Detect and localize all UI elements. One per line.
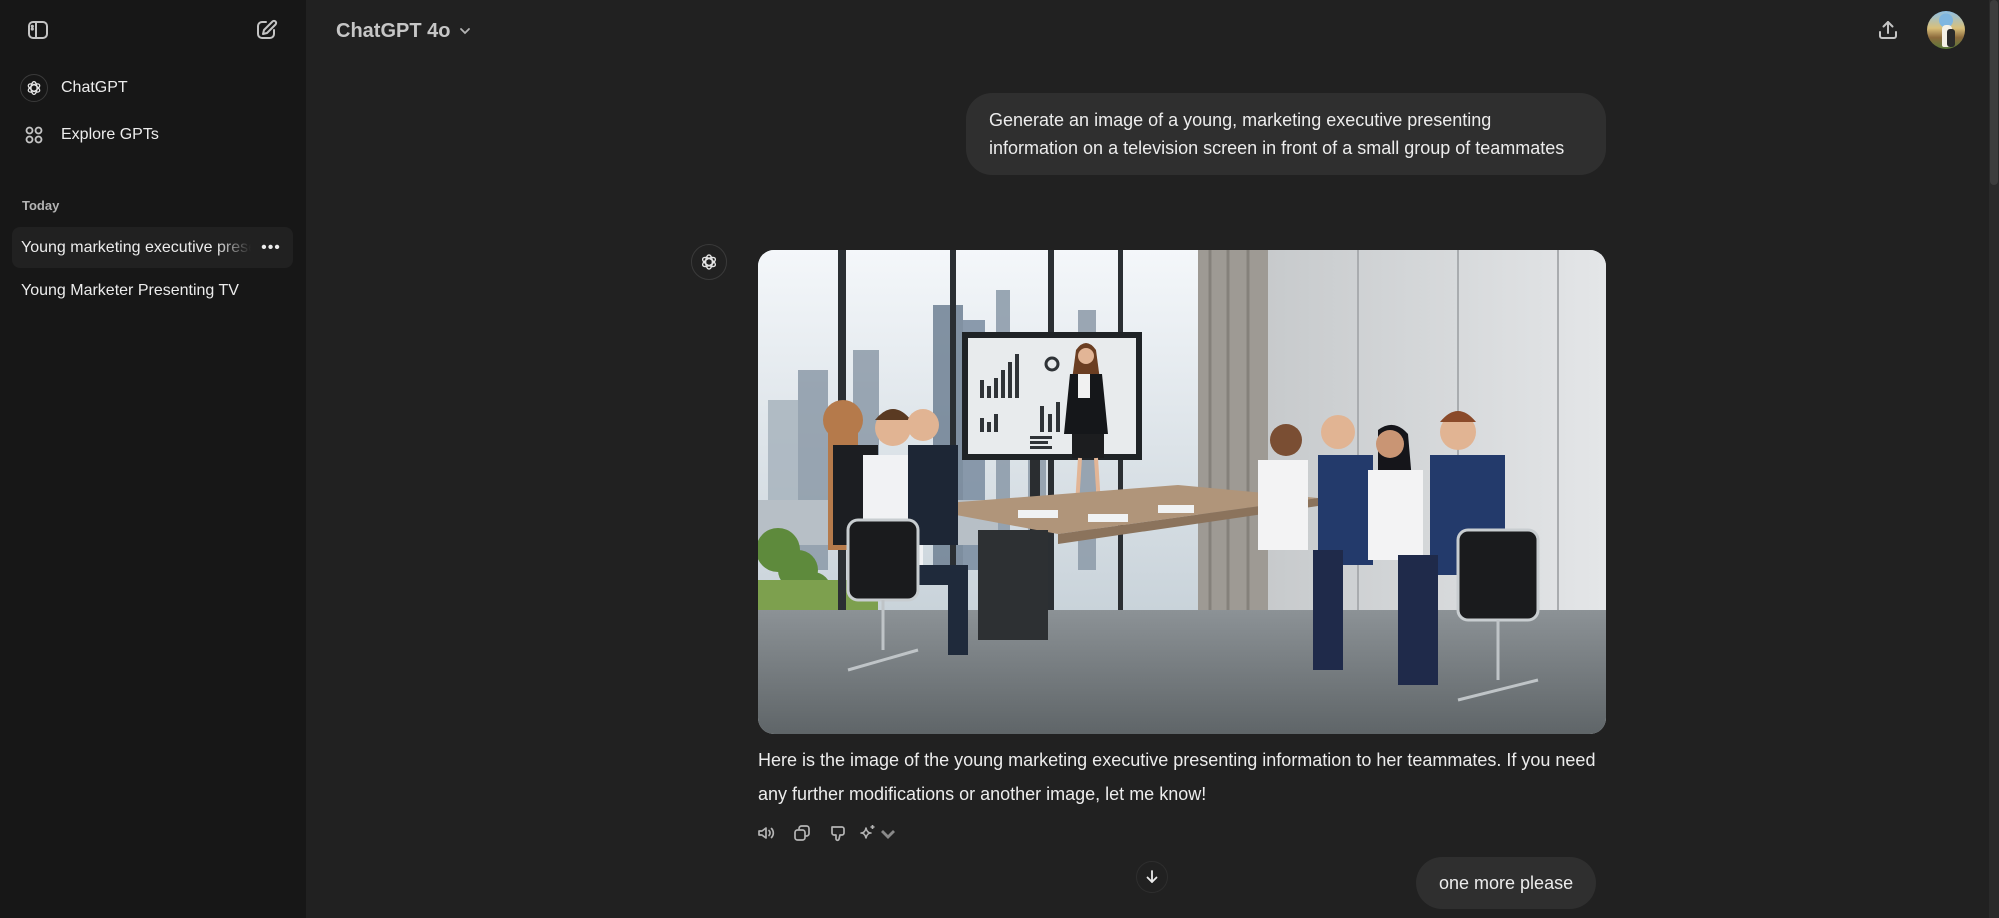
model-label: ChatGPT 4o [336,19,451,42]
chat-history-item-active[interactable]: Young marketing executive presenting ••• [12,227,293,268]
assistant-message-actions [748,815,900,851]
grid-four-circles-icon [20,121,48,149]
sidebar-item-label: ChatGPT [61,79,128,96]
sidebar-item-label: Explore GPTs [61,126,159,143]
share-upload-icon [1879,21,1897,39]
openai-logo-icon [701,254,717,270]
history-section-today: Today [22,198,60,213]
speaker-icon [758,827,775,839]
scroll-to-bottom-button[interactable] [1136,861,1168,893]
openai-logo-icon [20,74,48,102]
chat-title: Young Marketer Presenting TV [21,281,239,299]
scrollbar-thumb[interactable] [1990,0,1998,185]
read-aloud-button[interactable] [748,815,784,851]
sidebar: ChatGPT Explore GPTs Today Young marketi… [0,0,306,918]
regenerate-button[interactable] [856,815,900,851]
assistant-message: Here is the image of the young marketing… [758,750,1596,804]
user-message: Generate an image of a young, marketing … [966,93,1606,175]
chevron-down-icon [460,28,471,35]
chevron-down-icon [881,830,895,839]
sidebar-toggle-icon [28,21,48,39]
chat-title: Young marketing executive presenting [21,238,251,256]
chat-history-item[interactable]: Young Marketer Presenting TV [12,270,293,311]
model-selector[interactable]: ChatGPT 4o [326,14,482,48]
sidebar-item-explore-gpts[interactable]: Explore GPTs [12,115,294,155]
thumbs-down-icon [831,826,845,842]
new-chat-pencil-icon [257,19,278,39]
sidebar-toggle-button[interactable] [20,12,56,48]
bad-response-button[interactable] [820,815,856,851]
generated-image-illustration [758,250,1606,734]
scrollbar[interactable] [1989,0,1999,918]
generated-image[interactable] [758,250,1606,734]
share-button[interactable] [1870,12,1906,48]
copy-icon [794,825,810,841]
user-message: one more please [1416,857,1597,909]
sparkle-icon [860,825,875,839]
avatar-figure-shadow [1947,29,1955,47]
arrow-down-icon [1146,870,1158,883]
user-avatar[interactable] [1927,11,1965,49]
copy-button[interactable] [784,815,820,851]
new-chat-button[interactable] [248,12,284,48]
sidebar-item-chatgpt[interactable]: ChatGPT [12,68,294,108]
more-dots-icon[interactable]: ••• [259,236,283,260]
assistant-avatar [691,244,727,280]
